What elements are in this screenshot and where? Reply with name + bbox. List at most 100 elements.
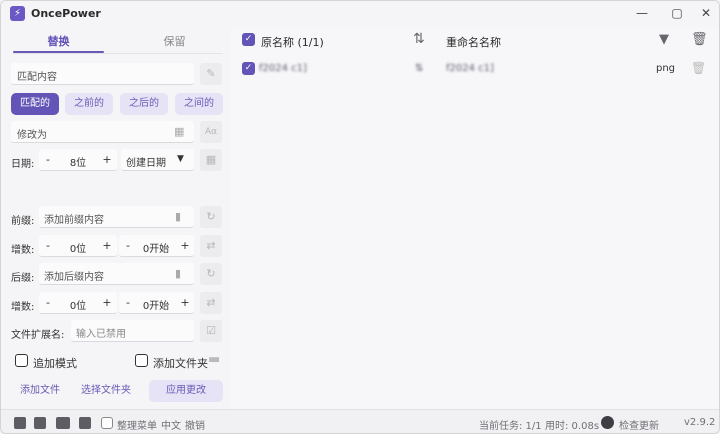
- increment2-start-stepper: - 0开始 +: [119, 292, 194, 314]
- folder-icon: ▬: [208, 352, 221, 367]
- increment1-start: 0开始: [142, 244, 170, 255]
- organize-menu-label: 整理菜单: [117, 421, 157, 432]
- filter-icon[interactable]: ▼: [659, 32, 669, 47]
- tab-active-indicator: [13, 51, 104, 53]
- add-folder-label: 添加文件夹: [153, 357, 208, 370]
- increment1-digit-stepper: - 0位 +: [39, 235, 117, 257]
- suffix-refresh-icon[interactable]: ↻: [200, 263, 222, 285]
- match-placeholder: 匹配内容: [17, 72, 57, 83]
- increment2-digits: 0位: [69, 301, 87, 312]
- prefix-label: 前缀:: [11, 216, 35, 227]
- calendar-icon: ▦: [174, 125, 185, 138]
- suffix-placeholder: 添加后缀内容: [44, 272, 104, 283]
- organize-menu-checkbox[interactable]: [101, 417, 113, 429]
- tab-replace[interactable]: 替换: [13, 33, 104, 51]
- language-button[interactable]: 中文: [161, 417, 181, 432]
- prefix-placeholder: 添加前缀内容: [44, 215, 104, 226]
- image-icon[interactable]: [56, 417, 70, 429]
- increment2-digit-minus-button[interactable]: -: [41, 295, 55, 311]
- date-type-value: 创建日期: [126, 158, 166, 169]
- increment2-label: 增数:: [11, 302, 35, 313]
- row-delete-icon[interactable]: 🗑: [691, 61, 706, 75]
- file-icon: ▮: [175, 267, 182, 280]
- mode-between-button[interactable]: 之间的: [175, 93, 223, 115]
- save-icon[interactable]: [14, 417, 26, 429]
- increment2-start-minus-button[interactable]: -: [121, 295, 135, 311]
- tab-keep[interactable]: 保留: [129, 33, 220, 51]
- chevron-down-icon: ▼: [177, 154, 184, 164]
- row-checkbox[interactable]: ✓: [242, 62, 255, 75]
- check-update-button[interactable]: 检查更新: [619, 417, 659, 432]
- title-bar: ⚡ OncePower — ▢ ✕: [1, 1, 719, 27]
- select-all-checkbox[interactable]: ✓: [242, 33, 255, 46]
- match-input[interactable]: 匹配内容: [11, 63, 194, 85]
- extension-placeholder: 输入已禁用: [76, 329, 126, 340]
- tab-divider: [13, 53, 223, 54]
- delete-all-icon[interactable]: 🗑: [691, 32, 708, 47]
- date-minus-button[interactable]: -: [41, 152, 55, 168]
- extension-input[interactable]: 输入已禁用: [71, 320, 194, 342]
- mode-after-button[interactable]: 之后的: [120, 93, 168, 115]
- increment1-start-stepper: - 0开始 +: [119, 235, 194, 257]
- suffix-label: 后缀:: [11, 273, 35, 284]
- row-renamed-name: f2024 c1]: [446, 63, 494, 74]
- date-digit-stepper: - 8位 +: [39, 149, 117, 171]
- apply-changes-button[interactable]: 应用更改: [149, 380, 223, 402]
- prefix-input[interactable]: 添加前缀内容 ▮: [39, 206, 194, 228]
- date-digits: 8位: [69, 158, 87, 169]
- file-list-panel: ✓ 原名称 (1/1) ⇅ 重命名名称 ▼ 🗑 ✓ f2024 c1] ⇅ f2…: [231, 27, 719, 409]
- maximize-button[interactable]: ▢: [666, 3, 688, 23]
- increment1-swap-icon[interactable]: ⇄: [200, 235, 222, 257]
- add-folder-checkbox[interactable]: [135, 354, 148, 367]
- date-plus-button[interactable]: +: [100, 152, 114, 168]
- calculator-icon[interactable]: [34, 417, 46, 429]
- increment1-digit-plus-button[interactable]: +: [100, 238, 114, 254]
- version-text: v2.9.2: [684, 417, 716, 428]
- current-task-text: 当前任务: 1/1: [479, 421, 542, 432]
- file-icon: ▮: [175, 210, 182, 223]
- row-extension: png: [656, 63, 676, 74]
- mode-matched-button[interactable]: 匹配的: [11, 93, 59, 115]
- status-bar: 整理菜单 中文 撤销 当前任务: 1/1 用时: 0.08s 检查更新 v2.9…: [1, 409, 719, 433]
- replace-input[interactable]: 修改为 ▦: [11, 121, 194, 143]
- increment2-start: 0开始: [142, 301, 170, 312]
- list-header: ✓ 原名称 (1/1) ⇅ 重命名名称 ▼ 🗑: [231, 27, 719, 55]
- close-button[interactable]: ✕: [695, 3, 717, 23]
- extension-label: 文件扩展名:: [11, 330, 65, 341]
- date-calendar-icon[interactable]: ▦: [200, 149, 222, 171]
- minimize-button[interactable]: —: [631, 3, 653, 23]
- suffix-input[interactable]: 添加后缀内容 ▮: [39, 263, 194, 285]
- prefix-refresh-icon[interactable]: ↻: [200, 206, 222, 228]
- increment2-swap-icon[interactable]: ⇄: [200, 292, 222, 314]
- left-panel: 替换 保留 匹配内容 ✎ 匹配的 之前的 之后的 之间的 修改为 ▦ Aα 日期…: [1, 27, 231, 409]
- document-icon[interactable]: [79, 417, 91, 429]
- sort-icon[interactable]: ⇅: [413, 31, 425, 47]
- github-icon[interactable]: [601, 416, 614, 429]
- renamed-name-header: 重命名名称: [446, 36, 501, 49]
- increment2-digit-plus-button[interactable]: +: [100, 295, 114, 311]
- select-folder-button[interactable]: 选择文件夹: [75, 380, 137, 402]
- date-label: 日期:: [11, 159, 35, 170]
- date-type-select[interactable]: 创建日期 ▼: [121, 149, 194, 171]
- undo-button[interactable]: 撤销: [185, 417, 205, 432]
- extension-checkbox-icon[interactable]: ☑: [200, 320, 222, 342]
- append-mode-label: 追加模式: [33, 357, 77, 370]
- app-title: OncePower: [31, 7, 101, 20]
- increment1-digit-minus-button[interactable]: -: [41, 238, 55, 254]
- increment2-start-plus-button[interactable]: +: [178, 295, 192, 311]
- elapsed-text: 用时: 0.08s: [545, 421, 600, 432]
- increment1-start-plus-button[interactable]: +: [178, 238, 192, 254]
- replace-placeholder: 修改为: [17, 130, 47, 141]
- table-row[interactable]: ✓ f2024 c1] ⇅ f2024 c1] png 🗑: [231, 57, 719, 81]
- mode-before-button[interactable]: 之前的: [65, 93, 113, 115]
- app-window: ⚡ OncePower — ▢ ✕ 替换 保留 匹配内容 ✎ 匹配的 之前的 之…: [0, 0, 720, 434]
- original-name-header: 原名称 (1/1): [261, 36, 324, 49]
- increment2-digit-stepper: - 0位 +: [39, 292, 117, 314]
- case-toggle-button[interactable]: Aα: [200, 121, 222, 143]
- row-original-name: f2024 c1]: [259, 63, 307, 74]
- eraser-icon[interactable]: ✎: [200, 63, 222, 85]
- add-file-button[interactable]: 添加文件: [11, 380, 69, 402]
- app-logo-icon: ⚡: [10, 6, 25, 21]
- increment1-start-minus-button[interactable]: -: [121, 238, 135, 254]
- append-mode-checkbox[interactable]: [15, 354, 28, 367]
